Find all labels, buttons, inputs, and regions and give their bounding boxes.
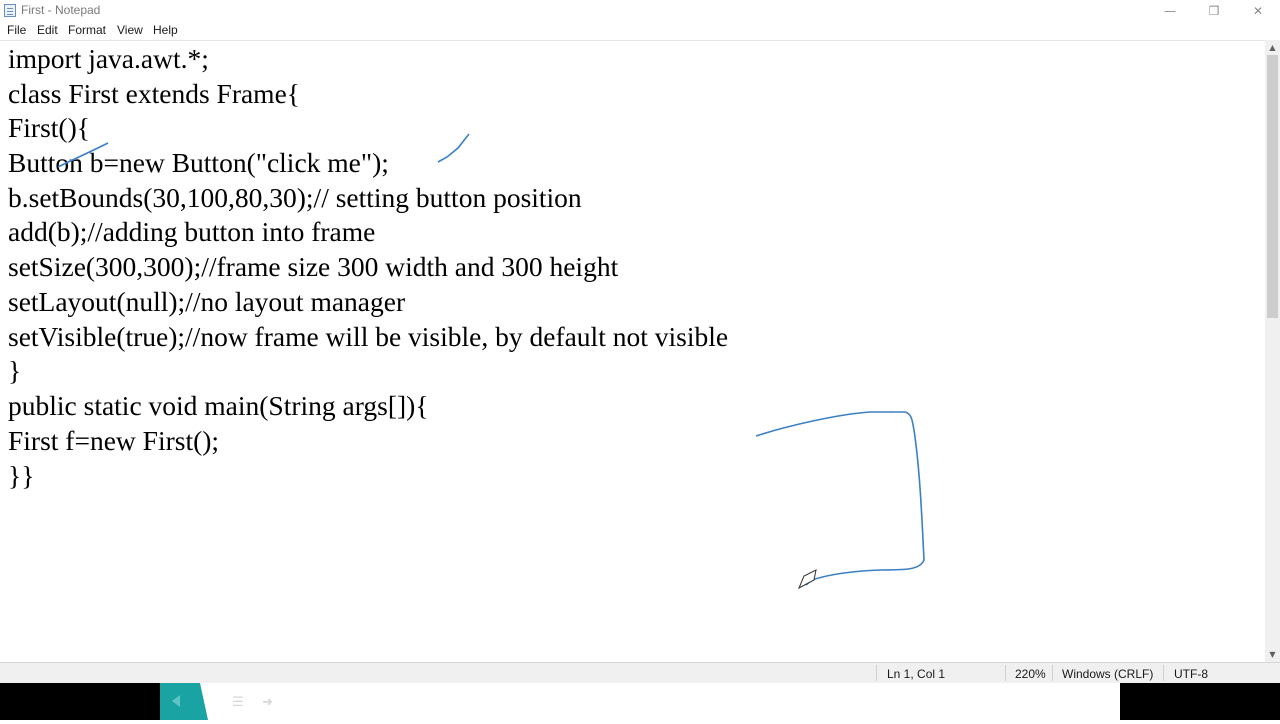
chevron-down-icon[interactable]: ▼ [1265,647,1280,661]
menu-format[interactable]: Format [68,23,106,37]
code-line: setVisible(true);//now frame will be vis… [8,321,729,352]
window-title: First - Notepad [21,3,101,17]
encoding: UTF-8 [1174,667,1208,681]
forward-arrow-icon[interactable]: ➜ [262,695,273,710]
menu-lines-icon[interactable]: ☰ [232,695,244,710]
close-button[interactable]: ✕ [1236,0,1280,21]
text-editor[interactable]: import java.awt.*; class First extends F… [0,40,1265,663]
code-line: add(b);//adding button into frame [8,216,376,247]
menu-view[interactable]: View [117,23,143,37]
title-bar: First - Notepad — ❐ ✕ [0,0,1280,21]
status-divider [1163,665,1164,681]
status-divider [1005,665,1006,681]
pen-icon[interactable] [160,683,218,720]
vertical-scrollbar[interactable]: ▲ ▼ [1265,40,1280,662]
chevron-up-icon[interactable]: ▲ [1265,40,1280,54]
restore-button[interactable]: ❐ [1192,0,1236,21]
code-line: b.setBounds(30,100,80,30);// setting but… [8,182,582,213]
zoom-level: 220% [1015,667,1046,681]
code-line: public static void main(String args[]){ [8,390,429,421]
code-line: setSize(300,300);//frame size 300 width … [8,251,619,282]
video-toolbar: ☰ ➜ [0,683,1280,720]
menu-bar: File Edit Format View Help [0,21,1280,40]
code-line: } [8,355,22,386]
toolbar-panel [160,683,1120,720]
code-line: First(){ [8,112,90,143]
scrollbar-thumb[interactable] [1267,55,1278,318]
code-line: First f=new First(); [8,425,220,456]
code-line: }} [8,460,35,491]
code-line: class First extends Frame{ [8,78,300,109]
code-line: Button b=new Button("click me"); [8,147,389,178]
code-line: setLayout(null);//no layout manager [8,286,406,317]
status-bar: Ln 1, Col 1 220% Windows (CRLF) UTF-8 [0,662,1280,683]
notepad-icon [4,4,16,17]
menu-edit[interactable]: Edit [37,23,58,37]
line-ending: Windows (CRLF) [1062,667,1154,681]
cursor-position: Ln 1, Col 1 [887,667,946,681]
toolbar-accent [160,683,218,720]
code-line: import java.awt.*; [8,43,209,74]
minimize-button[interactable]: — [1148,0,1192,21]
status-divider [1052,665,1053,681]
status-divider [876,665,877,681]
menu-file[interactable]: File [7,23,26,37]
menu-help[interactable]: Help [153,23,178,37]
